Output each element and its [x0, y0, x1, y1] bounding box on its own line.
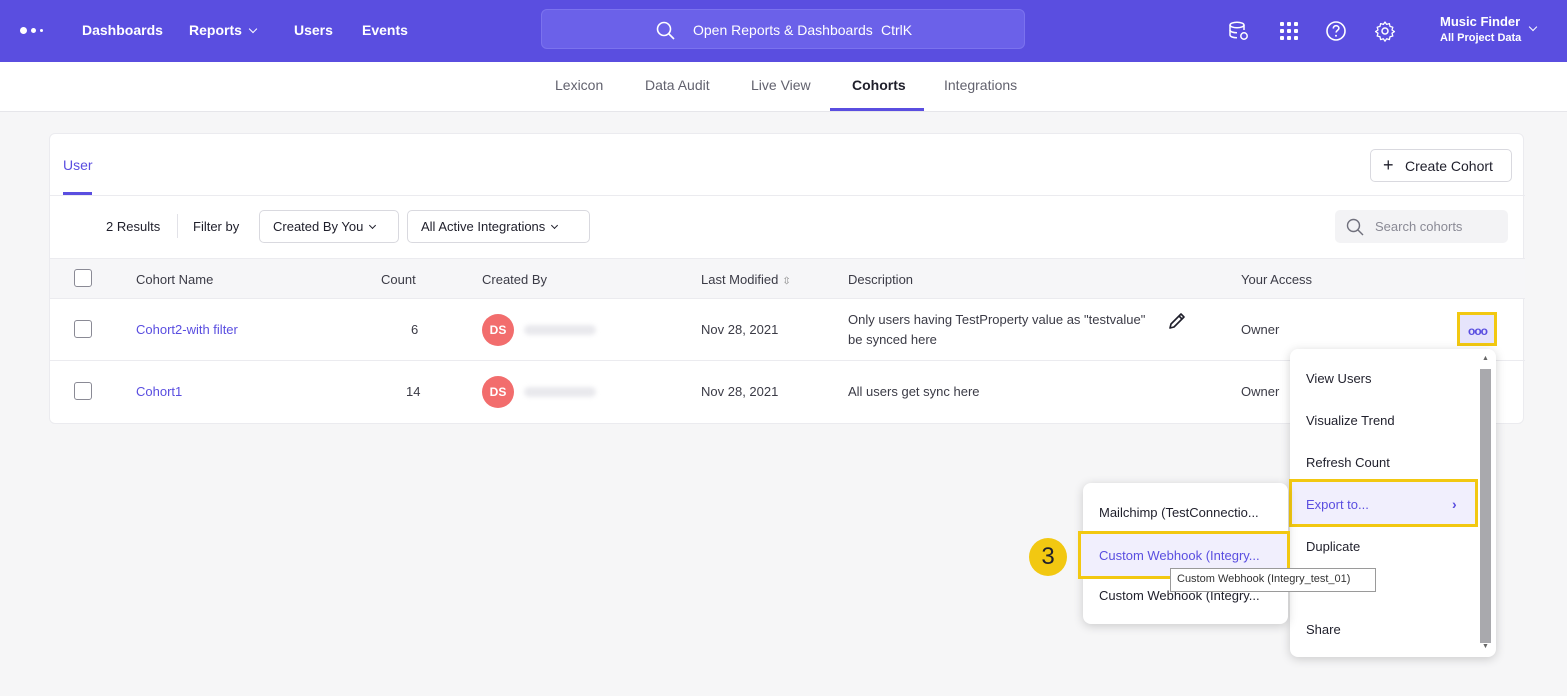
column-header-count[interactable]: Count	[381, 272, 416, 287]
scroll-up-arrow-icon[interactable]: ▲	[1482, 355, 1489, 362]
last-modified-date: Nov 28, 2021	[701, 384, 779, 399]
integrations-filter-value: All Active Integrations	[421, 219, 546, 234]
menu-item-visualize-trend[interactable]: Visualize Trend	[1306, 413, 1395, 428]
avatar: DS	[482, 376, 514, 408]
menu-item-export-to[interactable]: Export to... ›	[1289, 479, 1478, 527]
sort-icon: ⇳	[782, 276, 791, 287]
tab-live-view[interactable]: Live View	[751, 77, 811, 93]
export-to-label: Export to...	[1306, 497, 1369, 512]
project-chevron-down-icon[interactable]	[1528, 22, 1538, 32]
edit-pencil-icon[interactable]	[1167, 311, 1187, 331]
cohort-description: Only users having TestProperty value as …	[848, 310, 1178, 350]
search-cohorts-input[interactable]: Search cohorts	[1335, 210, 1508, 243]
column-header-last-modified-label: Last Modified	[701, 272, 779, 287]
creator-name-blurred	[524, 325, 596, 335]
access-level: Owner	[1241, 384, 1280, 399]
cohort-description: All users get sync here	[848, 384, 980, 399]
help-icon[interactable]	[1325, 20, 1347, 42]
menu-item-refresh-count[interactable]: Refresh Count	[1306, 455, 1390, 470]
plus-icon: +	[1383, 155, 1394, 175]
nav-users[interactable]: Users	[294, 22, 333, 38]
top-navigation-bar: Dashboards Reports Users Events Open Rep…	[0, 0, 1567, 62]
cohort-name-link[interactable]: Cohort2-with filter	[136, 322, 238, 337]
results-count: 2 Results	[106, 219, 161, 234]
nav-reports[interactable]: Reports	[189, 22, 258, 38]
tab-cohorts[interactable]: Cohorts	[852, 77, 906, 93]
column-header-access: Your Access	[1241, 272, 1313, 287]
database-settings-icon[interactable]	[1228, 20, 1250, 42]
menu-item-view-users[interactable]: View Users	[1306, 371, 1372, 386]
last-modified-date: Nov 28, 2021	[701, 322, 779, 337]
created-by-filter-value: Created By You	[273, 219, 364, 234]
menu-item-share[interactable]: Share	[1306, 622, 1341, 637]
created-by-filter-dropdown[interactable]: Created By You	[259, 210, 399, 243]
creator-name-blurred	[524, 387, 596, 397]
tab-lexicon[interactable]: Lexicon	[555, 77, 603, 93]
menu-scrollbar[interactable]: ▲ ▼	[1478, 353, 1493, 653]
project-name: Music Finder	[1440, 14, 1521, 29]
cohort-count: 6	[411, 322, 419, 337]
mixpanel-logo-icon[interactable]	[20, 26, 48, 36]
integrations-filter-dropdown[interactable]: All Active Integrations	[407, 210, 590, 243]
column-header-name[interactable]: Cohort Name	[136, 272, 213, 287]
cohort-count: 14	[406, 384, 421, 399]
tab-user[interactable]: User	[63, 157, 93, 173]
apps-grid-icon[interactable]	[1278, 20, 1300, 42]
project-scope: All Project Data	[1440, 32, 1522, 44]
settings-icon[interactable]	[1374, 20, 1396, 42]
scrollbar-thumb[interactable]	[1480, 369, 1491, 643]
cohort-name-link[interactable]: Cohort1	[136, 384, 182, 399]
column-header-last-modified[interactable]: Last Modified ⇳	[701, 272, 791, 287]
select-all-checkbox[interactable]	[74, 269, 92, 287]
nav-dashboards[interactable]: Dashboards	[82, 22, 163, 38]
global-search-bar[interactable]: Open Reports & Dashboards CtrlK	[541, 9, 1025, 49]
column-header-created-by[interactable]: Created By	[482, 272, 547, 287]
description-line-1: Only users having TestProperty value as …	[848, 312, 1146, 327]
table-header: Cohort Name Count Created By Last Modifi…	[50, 258, 1525, 299]
tab-data-audit[interactable]: Data Audit	[645, 77, 710, 93]
nav-reports-label: Reports	[189, 22, 242, 38]
chevron-down-icon	[369, 221, 377, 230]
divider	[177, 214, 178, 238]
column-header-description: Description	[848, 272, 914, 287]
tab-integrations[interactable]: Integrations	[944, 77, 1017, 93]
row-checkbox[interactable]	[74, 382, 92, 400]
step-number-badge: 3	[1029, 538, 1067, 576]
search-shortcut: CtrlK	[881, 22, 913, 38]
nav-events[interactable]: Events	[362, 22, 408, 38]
more-horizontal-icon: ooo	[1468, 324, 1488, 338]
avatar: DS	[482, 314, 514, 346]
divider	[50, 195, 1525, 196]
custom-webhook-label: Custom Webhook (Integry...	[1099, 548, 1260, 563]
active-tab-indicator	[830, 108, 924, 111]
create-cohort-button[interactable]: + Create Cohort	[1370, 149, 1512, 182]
scroll-down-arrow-icon[interactable]: ▼	[1482, 643, 1489, 650]
filter-by-label: Filter by	[193, 219, 240, 234]
submenu-item-mailchimp[interactable]: Mailchimp (TestConnectio...	[1099, 505, 1259, 520]
chevron-down-icon	[551, 221, 559, 230]
search-icon	[656, 21, 675, 40]
tooltip: Custom Webhook (Integry_test_01)	[1170, 568, 1376, 592]
project-selector[interactable]: Music Finder All Project Data	[1440, 14, 1521, 46]
create-cohort-label: Create Cohort	[1405, 158, 1493, 174]
chevron-right-icon: ›	[1452, 496, 1457, 512]
search-cohorts-placeholder: Search cohorts	[1375, 219, 1463, 234]
more-actions-button[interactable]: ooo	[1457, 312, 1497, 346]
row-checkbox[interactable]	[74, 320, 92, 338]
search-icon	[1346, 218, 1364, 236]
chevron-down-icon	[248, 24, 258, 34]
sub-navigation: Lexicon Data Audit Live View Cohorts Int…	[0, 62, 1567, 112]
menu-item-duplicate[interactable]: Duplicate	[1306, 539, 1360, 554]
global-search-text: Open Reports & Dashboards	[693, 22, 873, 38]
description-line-2: be synced here	[848, 332, 937, 347]
access-level: Owner	[1241, 322, 1280, 337]
